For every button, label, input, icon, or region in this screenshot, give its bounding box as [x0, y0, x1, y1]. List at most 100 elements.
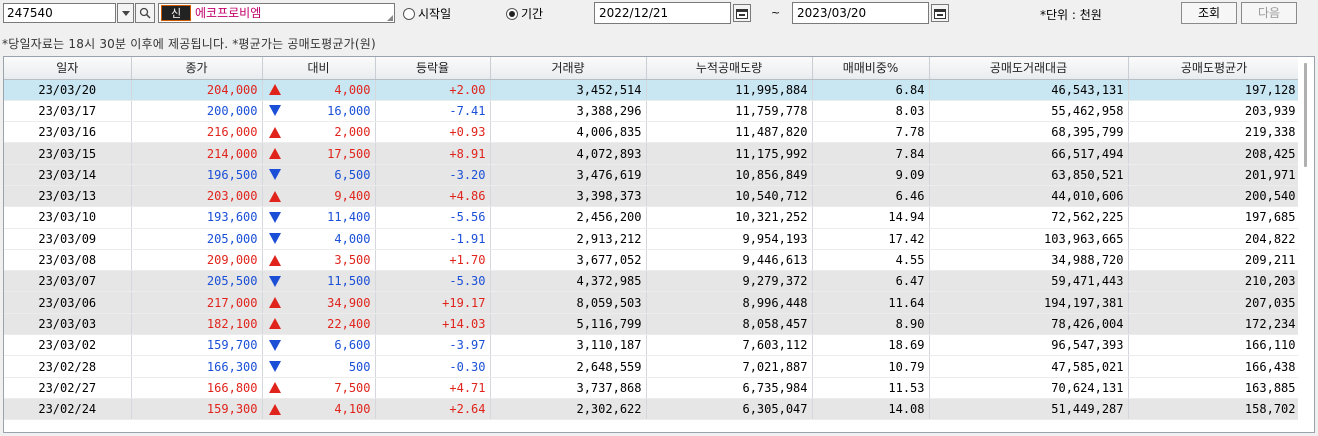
cell-short-amount: 70,624,131 — [929, 377, 1129, 399]
column-header[interactable]: 누적공매도량 — [646, 57, 813, 80]
cell-close: 209,000 — [131, 249, 263, 272]
cell-date: 23/03/10 — [4, 206, 132, 229]
cell-cumulative-short: 9,279,372 — [646, 270, 813, 293]
cell-short-average: 208,425 — [1128, 142, 1301, 165]
cell-date: 23/03/02 — [4, 334, 132, 357]
resize-corner-icon — [387, 15, 393, 21]
column-header[interactable]: 공매도거래대금 — [929, 57, 1129, 80]
column-header[interactable]: 대비 — [262, 57, 376, 80]
column-header[interactable]: 등락율 — [375, 57, 491, 80]
cell-change-value: 34,900 — [327, 295, 371, 310]
table-row[interactable]: 23/03/07 205,500 11,500 -5.30 4,372,985 9,279… — [4, 270, 1301, 293]
cell-change: 6,600 — [262, 334, 376, 357]
cell-change-value: 11,500 — [327, 274, 371, 289]
cell-cumulative-short: 10,856,849 — [646, 164, 813, 186]
date-to-calendar-button[interactable] — [931, 4, 949, 22]
column-header[interactable]: 일자 — [4, 57, 132, 80]
cell-short-amount: 68,395,799 — [929, 121, 1129, 144]
cell-cumulative-short: 6,305,047 — [646, 398, 813, 421]
cell-volume: 5,116,799 — [490, 313, 647, 336]
cell-date: 23/02/28 — [4, 355, 132, 378]
cell-ratio: 11.53 — [812, 377, 930, 399]
date-from-calendar-button[interactable] — [733, 4, 751, 22]
chevron-down-icon — [121, 10, 130, 16]
table-row[interactable]: 23/03/03 182,100 22,400 +14.03 5,116,799 8,05… — [4, 313, 1301, 336]
cell-date: 23/03/15 — [4, 142, 132, 165]
cell-cumulative-short: 10,540,712 — [646, 185, 813, 208]
arrow-down-icon — [268, 361, 281, 372]
query-button[interactable]: 조회 — [1181, 2, 1237, 24]
column-header[interactable]: 종가 — [131, 57, 263, 80]
cell-close: 200,000 — [131, 100, 263, 123]
column-header[interactable]: 매매비중% — [812, 57, 930, 80]
cell-short-average: 166,438 — [1128, 355, 1301, 378]
table-row[interactable]: 23/03/17 200,000 16,000 -7.41 3,388,296 11,75… — [4, 100, 1301, 123]
date-to-field[interactable]: 2023/03/20 — [792, 2, 929, 24]
cell-ratio: 7.78 — [812, 121, 930, 144]
cell-close: 205,500 — [131, 270, 263, 293]
table-row[interactable]: 23/03/02 159,700 6,600 -3.97 3,110,187 7,603,… — [4, 334, 1301, 357]
cell-ratio: 11.64 — [812, 291, 930, 314]
cell-ratio: 18.69 — [812, 334, 930, 357]
table-row[interactable]: 23/03/10 193,600 11,400 -5.56 2,456,200 10,32… — [4, 206, 1301, 229]
table-row[interactable]: 23/02/27 166,800 7,500 +4.71 3,737,868 6,735,… — [4, 377, 1301, 399]
cell-date: 23/03/14 — [4, 164, 132, 186]
cell-date: 23/03/03 — [4, 313, 132, 336]
cell-short-amount: 103,963,665 — [929, 228, 1129, 250]
table-row[interactable]: 23/03/09 205,000 4,000 -1.91 2,913,212 9,954,… — [4, 228, 1301, 250]
scrollbar-thumb[interactable] — [1304, 63, 1307, 167]
arrow-up-icon — [268, 126, 281, 138]
cell-rate: -5.30 — [375, 270, 491, 293]
cell-close: 204,000 — [131, 79, 263, 101]
column-header[interactable]: 공매도평균가 — [1128, 57, 1301, 80]
cell-change: 500 — [262, 355, 376, 378]
table-row[interactable]: 23/03/14 196,500 6,500 -3.20 3,476,619 10,856… — [4, 164, 1301, 186]
cell-close: 166,800 — [131, 377, 263, 399]
table-row[interactable]: 23/03/15 214,000 17,500 +8.91 4,072,893 11,17… — [4, 142, 1301, 165]
stock-name-field[interactable]: 신 에코프로비엠 — [158, 3, 395, 23]
arrow-down-icon — [268, 339, 281, 351]
cell-change: 7,500 — [262, 377, 376, 399]
table-body: 23/03/20 204,000 4,000 +2.00 3,452,514 11,995… — [4, 79, 1301, 421]
table-row[interactable]: 23/03/08 209,000 3,500 +1.70 3,677,052 9,446,… — [4, 249, 1301, 272]
cell-change: 9,400 — [262, 185, 376, 208]
stock-code-input[interactable] — [3, 3, 116, 23]
cell-change: 4,000 — [262, 228, 376, 250]
cell-rate: -1.91 — [375, 228, 491, 250]
cell-cumulative-short: 7,021,887 — [646, 355, 813, 378]
cell-volume: 3,677,052 — [490, 249, 647, 272]
search-button[interactable] — [135, 3, 155, 23]
table-row[interactable]: 23/03/20 204,000 4,000 +2.00 3,452,514 11,995… — [4, 79, 1301, 101]
table-row[interactable]: 23/03/16 216,000 2,000 +0.93 4,006,835 11,487… — [4, 121, 1301, 144]
notice-text: *당일자료는 18시 30분 이후에 제공됩니다. *평균가는 공매도평균가(원… — [2, 37, 376, 51]
cell-change: 11,500 — [262, 270, 376, 293]
vertical-scrollbar[interactable] — [1298, 57, 1314, 432]
cell-close: 166,300 — [131, 355, 263, 378]
table-row[interactable]: 23/02/28 166,300 500 -0.30 2,648,559 7,021,88… — [4, 355, 1301, 378]
cell-rate: -7.41 — [375, 100, 491, 123]
cell-short-amount: 51,449,287 — [929, 398, 1129, 421]
cell-rate: -3.97 — [375, 334, 491, 357]
cell-ratio: 6.46 — [812, 185, 930, 208]
cell-rate: +14.03 — [375, 313, 491, 336]
cell-volume: 3,110,187 — [490, 334, 647, 357]
cell-volume: 4,372,985 — [490, 270, 647, 293]
cell-short-amount: 78,426,004 — [929, 313, 1129, 336]
cell-date: 23/03/08 — [4, 249, 132, 272]
column-header[interactable]: 거래량 — [490, 57, 647, 80]
cell-cumulative-short: 8,058,457 — [646, 313, 813, 336]
date-from-field[interactable]: 2022/12/21 — [594, 2, 731, 24]
table-row[interactable]: 23/03/13 203,000 9,400 +4.86 3,398,373 10,540… — [4, 185, 1301, 208]
radio-start-date[interactable]: 시작일 — [403, 5, 451, 22]
cell-rate: +0.93 — [375, 121, 491, 144]
radio-period[interactable]: 기간 — [506, 5, 543, 22]
table-row[interactable]: 23/03/06 217,000 34,900 +19.17 8,059,503 8,99… — [4, 291, 1301, 314]
cell-change-value: 6,600 — [334, 338, 371, 353]
cell-rate: +2.64 — [375, 398, 491, 421]
arrow-up-icon — [268, 318, 281, 330]
next-button[interactable]: 다음 — [1241, 2, 1297, 24]
code-dropdown-button[interactable] — [117, 3, 134, 23]
table-row[interactable]: 23/02/24 159,300 4,100 +2.64 2,302,622 6,305,… — [4, 398, 1301, 421]
cell-short-average: 219,338 — [1128, 121, 1301, 144]
cell-rate: +1.70 — [375, 249, 491, 272]
